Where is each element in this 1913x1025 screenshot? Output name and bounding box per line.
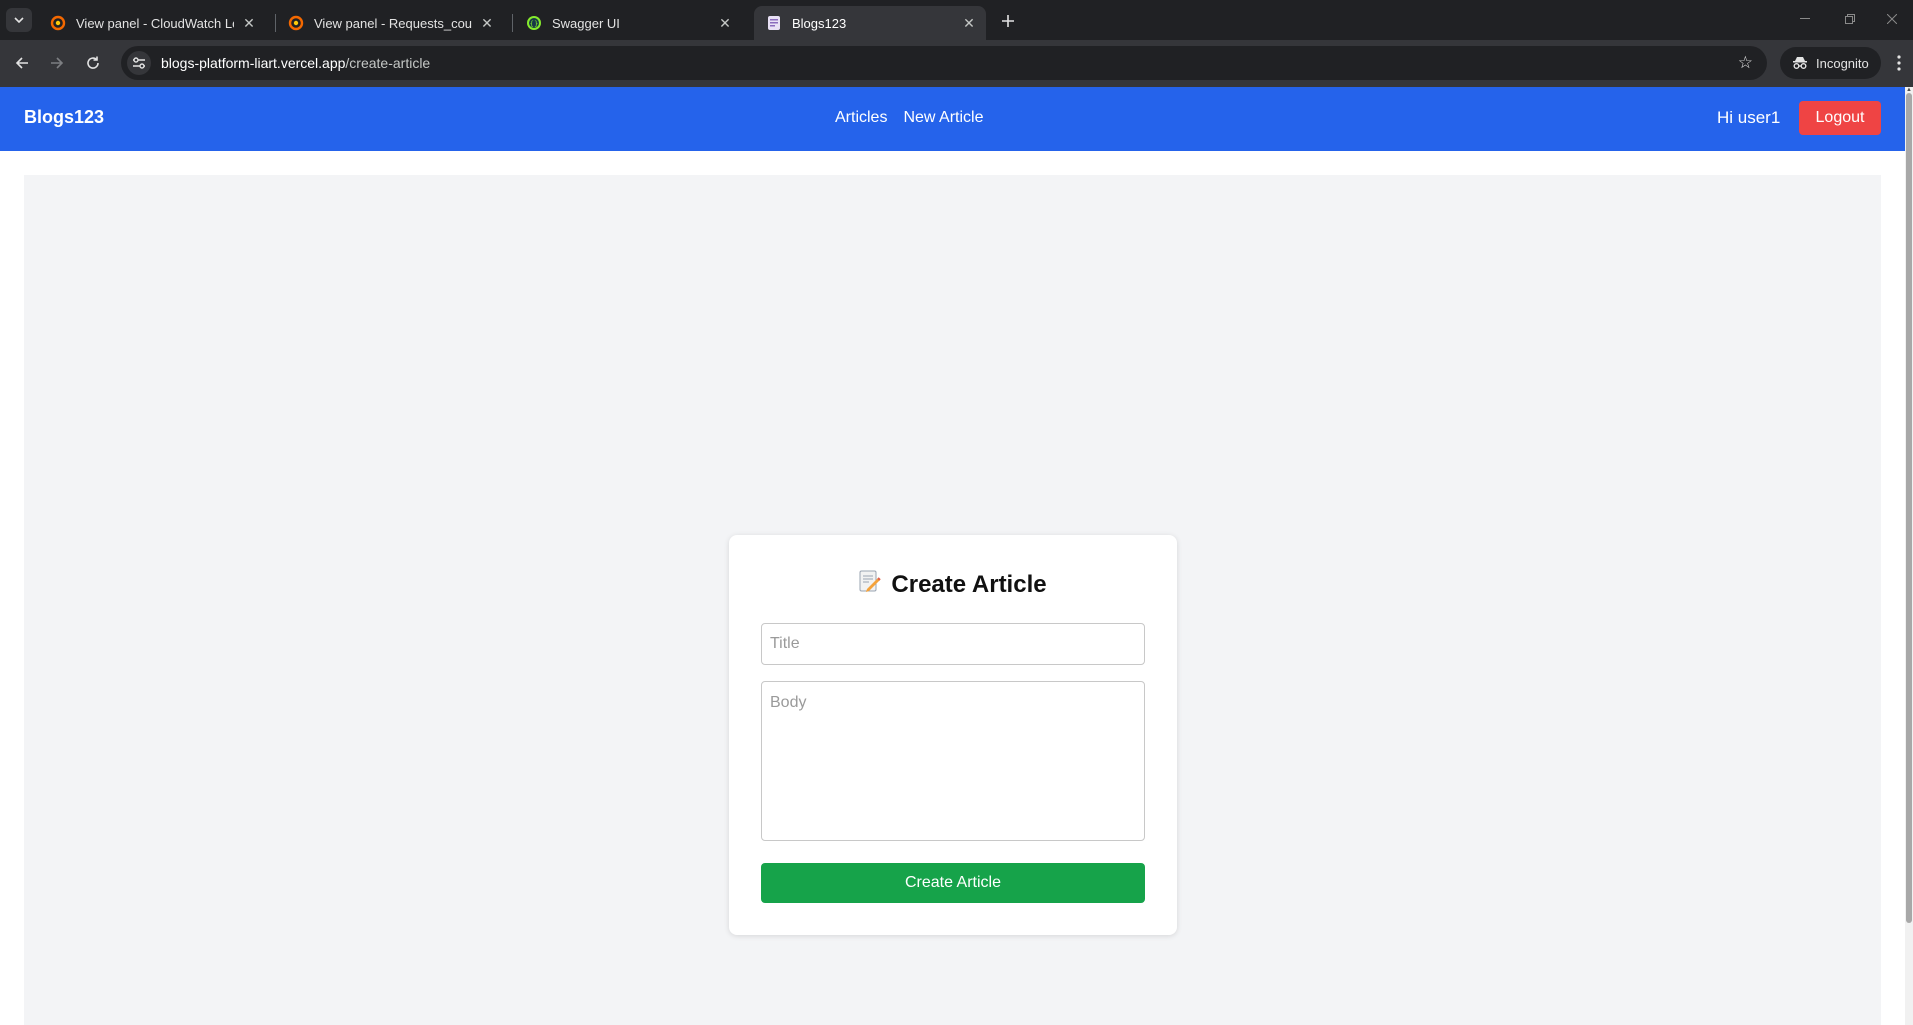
address-bar[interactable]: blogs-platform-liart.vercel.app/create-a… [121,46,1767,80]
restore-icon [1845,14,1855,24]
brand-logo[interactable]: Blogs123 [24,107,104,128]
close-icon [1887,14,1897,24]
scrollbar-thumb[interactable] [1906,93,1912,923]
close-icon[interactable]: ✕ [960,14,978,32]
url-path: /create-article [345,55,431,71]
restore-button[interactable] [1830,6,1870,32]
minimize-icon [1800,18,1810,19]
app-navbar: Blogs123 Articles New Article Hi user1 L… [0,87,1905,151]
swagger-icon: {} [526,15,542,31]
close-icon[interactable]: ✕ [240,14,258,32]
close-icon[interactable]: ✕ [478,14,496,32]
new-tab-button[interactable] [996,9,1020,33]
page-viewport: Blogs123 Articles New Article Hi user1 L… [0,87,1905,1025]
tab-title: Blogs123 [792,15,847,31]
main-content: Create Article Create Article [24,175,1881,1025]
arrow-right-icon [51,57,64,69]
page-title-text: Create Article [891,570,1047,598]
tab-title: Swagger UI [552,15,620,31]
user-greeting: Hi user1 [1717,108,1781,127]
grafana-icon [288,15,304,31]
tab-divider [512,14,513,32]
incognito-label: Incognito [1816,55,1869,71]
tune-icon [133,57,145,69]
reload-icon [87,56,99,69]
incognito-indicator[interactable]: Incognito [1780,47,1881,79]
tab-title: View panel - Requests_count - G [314,15,472,31]
page-scrollbar[interactable]: ▲ [1905,87,1913,1025]
back-button[interactable] [9,50,35,76]
close-window-button[interactable] [1872,6,1912,32]
browser-tabstrip: View panel - CloudWatch Logs ✕ View pane… [0,0,1913,40]
browser-toolbar: blogs-platform-liart.vercel.app/create-a… [0,40,1913,87]
reload-button[interactable] [80,50,106,76]
create-article-card: Create Article Create Article [729,535,1177,935]
create-article-button[interactable]: Create Article [761,863,1145,903]
plus-icon [1002,15,1014,27]
title-input[interactable] [761,623,1145,665]
tab-search-button[interactable] [6,8,32,32]
minimize-button[interactable] [1785,6,1825,32]
nav-link-articles[interactable]: Articles [835,109,887,127]
browser-tab-2[interactable]: View panel - Requests_count - G ✕ [276,6,504,40]
chevron-down-icon [14,17,24,23]
site-info-button[interactable] [127,51,151,75]
forward-button[interactable] [44,50,70,76]
browser-menu-button[interactable] [1889,51,1909,75]
incognito-icon [1793,57,1807,69]
nav-links: Articles New Article [835,109,983,127]
logout-button[interactable]: Logout [1799,101,1881,135]
browser-tab-3[interactable]: {} Swagger UI ✕ [514,6,742,40]
browser-tab-4-active[interactable]: Blogs123 ✕ [754,6,986,40]
tab-title: View panel - CloudWatch Logs [76,15,234,31]
url-text: blogs-platform-liart.vercel.app/create-a… [161,55,430,71]
nav-link-new-article[interactable]: New Article [903,109,983,127]
memo-icon [859,569,882,600]
grafana-icon [50,15,66,31]
browser-tab-1[interactable]: View panel - CloudWatch Logs ✕ [38,6,266,40]
more-vert-icon [1897,55,1901,71]
arrow-left-icon [15,57,28,69]
svg-text:{}: {} [530,20,539,28]
page-title: Create Article [729,569,1177,600]
body-textarea[interactable] [761,681,1145,841]
bookmark-star-icon[interactable]: ☆ [1738,53,1753,73]
page-icon [766,15,782,31]
close-icon[interactable]: ✕ [716,14,734,32]
url-host: blogs-platform-liart.vercel.app [161,55,346,71]
